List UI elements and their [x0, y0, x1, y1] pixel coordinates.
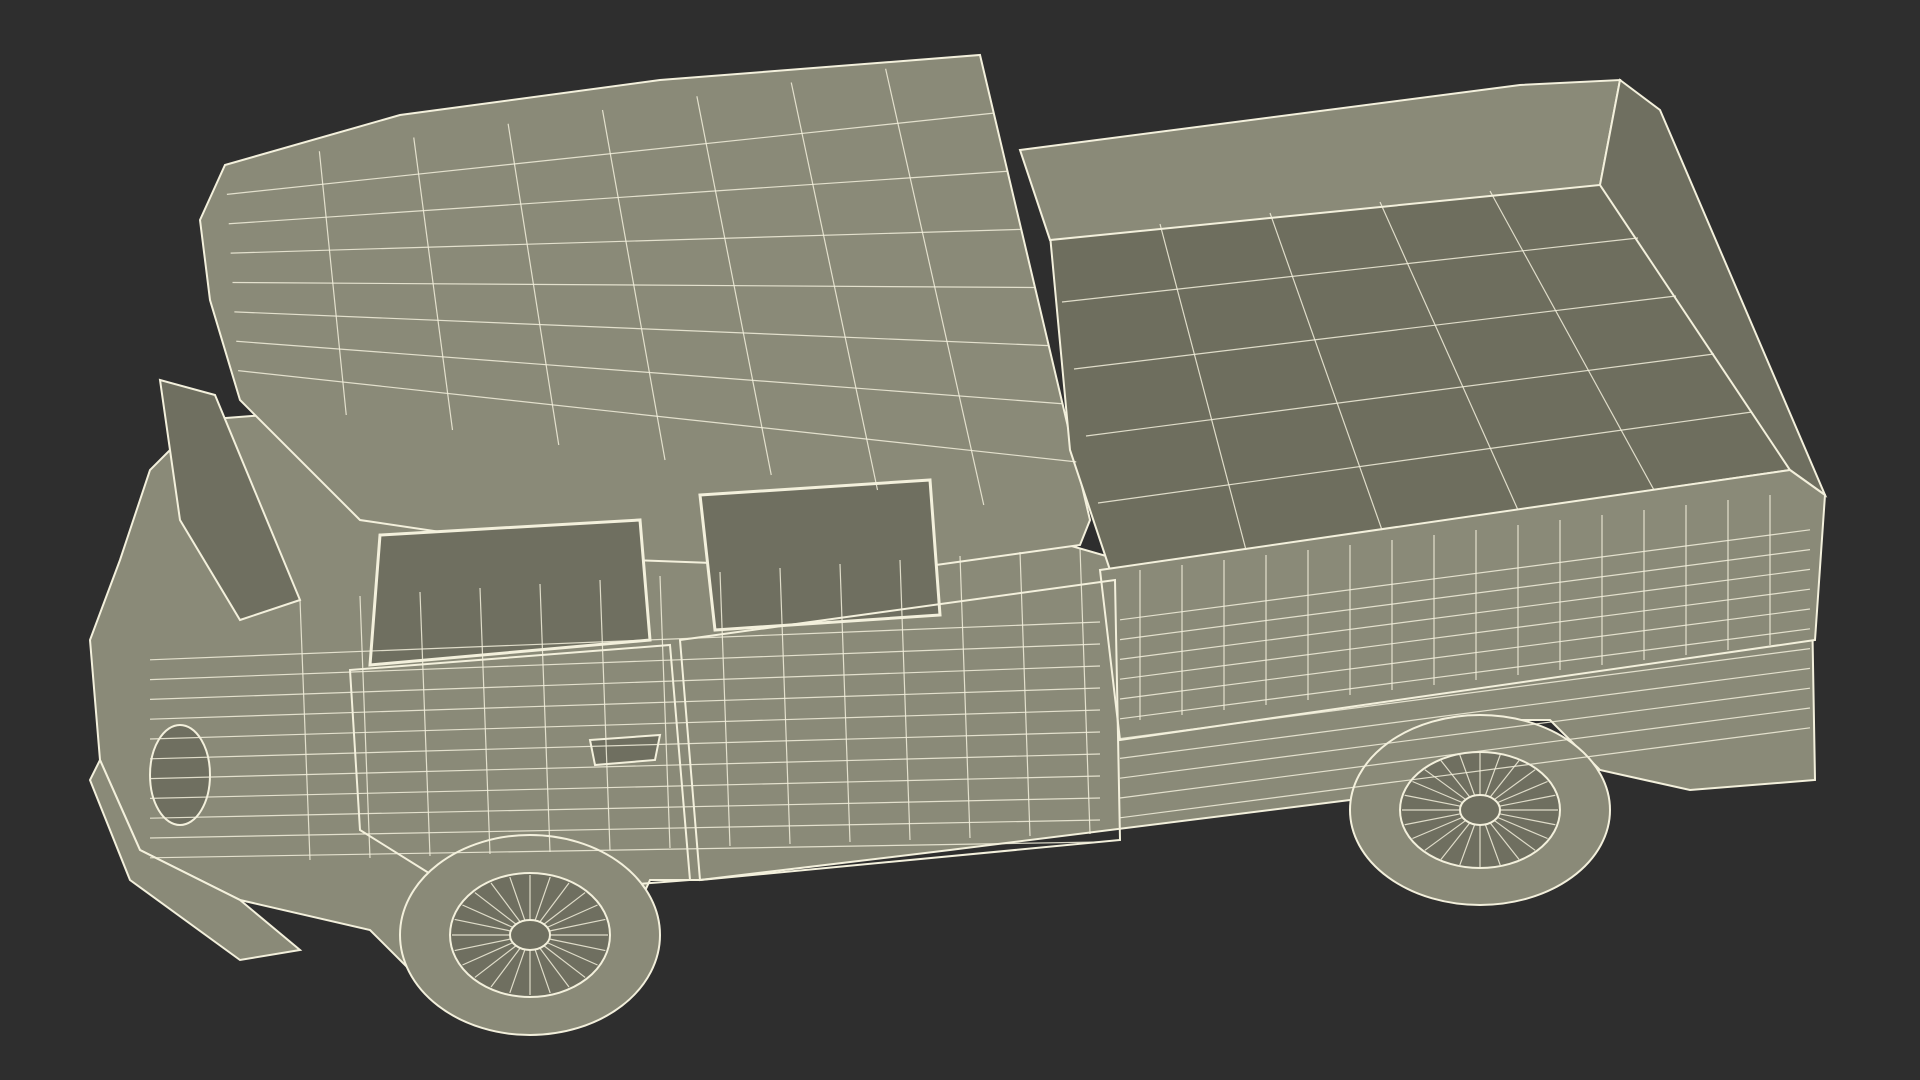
side-window-front: [368, 518, 652, 667]
wireframe-scene: [0, 0, 1920, 1080]
door-handle: [588, 733, 662, 767]
front-wheel: [399, 834, 661, 1036]
render-viewport: [0, 0, 1920, 1080]
side-window-rear: [698, 478, 942, 632]
headlight: [149, 724, 211, 826]
